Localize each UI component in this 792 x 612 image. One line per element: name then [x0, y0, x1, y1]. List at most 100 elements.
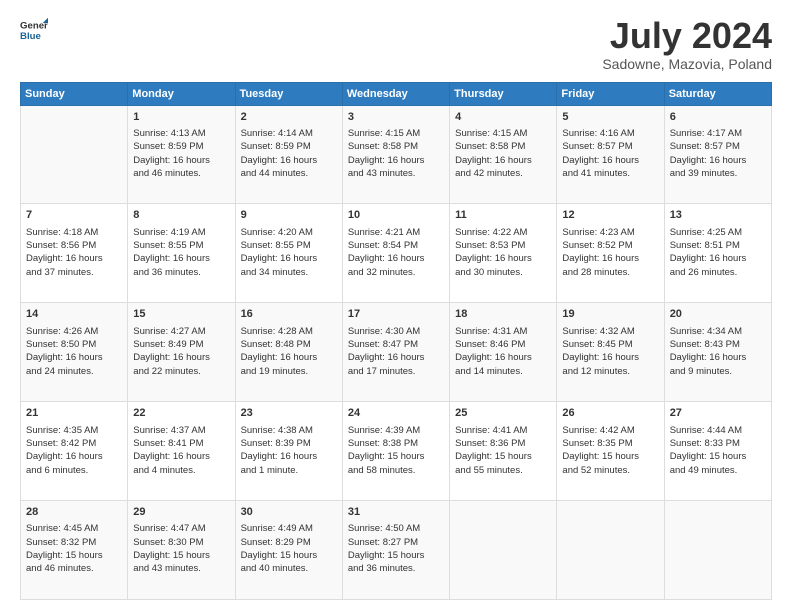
day-info-line: Daylight: 16 hours [562, 154, 658, 167]
page: General Blue July 2024 Sadowne, Mazovia,… [0, 0, 792, 612]
day-info-line: and 14 minutes. [455, 365, 551, 378]
calendar-cell: 5Sunrise: 4:16 AMSunset: 8:57 PMDaylight… [557, 105, 664, 204]
day-info-line: Sunset: 8:52 PM [562, 239, 658, 252]
col-saturday: Saturday [664, 82, 771, 105]
header: General Blue July 2024 Sadowne, Mazovia,… [20, 16, 772, 72]
day-number: 28 [26, 505, 122, 520]
calendar-cell [557, 501, 664, 600]
day-info-line: and 19 minutes. [241, 365, 337, 378]
day-number: 11 [455, 208, 551, 223]
day-info-line: and 43 minutes. [133, 562, 229, 575]
day-info-line: Daylight: 16 hours [348, 154, 444, 167]
day-info-line: Sunrise: 4:16 AM [562, 127, 658, 140]
day-info-line: Sunset: 8:55 PM [241, 239, 337, 252]
day-number: 21 [26, 406, 122, 421]
day-info-line: Daylight: 16 hours [455, 252, 551, 265]
day-info-line: Sunset: 8:27 PM [348, 536, 444, 549]
week-row-2: 14Sunrise: 4:26 AMSunset: 8:50 PMDayligh… [21, 303, 772, 402]
day-info-line: Daylight: 15 hours [133, 549, 229, 562]
day-info-line: Sunset: 8:58 PM [455, 140, 551, 153]
day-info-line: Sunset: 8:38 PM [348, 437, 444, 450]
day-info-line: Sunrise: 4:41 AM [455, 424, 551, 437]
day-info-line: Sunset: 8:53 PM [455, 239, 551, 252]
calendar-cell: 27Sunrise: 4:44 AMSunset: 8:33 PMDayligh… [664, 402, 771, 501]
day-number: 3 [348, 110, 444, 125]
day-info-line: Sunrise: 4:45 AM [26, 522, 122, 535]
month-title: July 2024 [602, 16, 772, 56]
day-info-line: Daylight: 16 hours [562, 351, 658, 364]
calendar-cell: 16Sunrise: 4:28 AMSunset: 8:48 PMDayligh… [235, 303, 342, 402]
day-number: 15 [133, 307, 229, 322]
col-tuesday: Tuesday [235, 82, 342, 105]
calendar-cell: 31Sunrise: 4:50 AMSunset: 8:27 PMDayligh… [342, 501, 449, 600]
day-info-line: Daylight: 16 hours [455, 154, 551, 167]
day-number: 8 [133, 208, 229, 223]
calendar-cell: 9Sunrise: 4:20 AMSunset: 8:55 PMDaylight… [235, 204, 342, 303]
day-info-line: and 42 minutes. [455, 167, 551, 180]
day-info-line: Daylight: 15 hours [670, 450, 766, 463]
svg-text:General: General [20, 20, 48, 31]
calendar-cell: 12Sunrise: 4:23 AMSunset: 8:52 PMDayligh… [557, 204, 664, 303]
day-info-line: Sunset: 8:41 PM [133, 437, 229, 450]
calendar-cell: 23Sunrise: 4:38 AMSunset: 8:39 PMDayligh… [235, 402, 342, 501]
day-info-line: Sunset: 8:57 PM [562, 140, 658, 153]
day-info-line: Sunset: 8:35 PM [562, 437, 658, 450]
day-info-line: Sunrise: 4:35 AM [26, 424, 122, 437]
day-number: 1 [133, 110, 229, 125]
day-info-line: Sunset: 8:32 PM [26, 536, 122, 549]
calendar-cell: 14Sunrise: 4:26 AMSunset: 8:50 PMDayligh… [21, 303, 128, 402]
day-info-line: and 4 minutes. [133, 464, 229, 477]
day-info-line: Daylight: 16 hours [26, 252, 122, 265]
day-number: 30 [241, 505, 337, 520]
day-info-line: Sunrise: 4:50 AM [348, 522, 444, 535]
header-row: Sunday Monday Tuesday Wednesday Thursday… [21, 82, 772, 105]
calendar-cell: 15Sunrise: 4:27 AMSunset: 8:49 PMDayligh… [128, 303, 235, 402]
day-number: 17 [348, 307, 444, 322]
day-info-line: Daylight: 15 hours [348, 549, 444, 562]
day-info-line: Sunset: 8:30 PM [133, 536, 229, 549]
day-info-line: and 12 minutes. [562, 365, 658, 378]
calendar-cell [664, 501, 771, 600]
day-info-line: Sunrise: 4:19 AM [133, 226, 229, 239]
col-thursday: Thursday [450, 82, 557, 105]
day-info-line: Daylight: 16 hours [133, 351, 229, 364]
day-info-line: and 41 minutes. [562, 167, 658, 180]
day-info-line: Sunset: 8:49 PM [133, 338, 229, 351]
day-info-line: Daylight: 16 hours [562, 252, 658, 265]
day-info-line: and 55 minutes. [455, 464, 551, 477]
day-info-line: Sunrise: 4:49 AM [241, 522, 337, 535]
day-info-line: Daylight: 16 hours [348, 351, 444, 364]
day-info-line: Sunrise: 4:15 AM [348, 127, 444, 140]
calendar-cell: 13Sunrise: 4:25 AMSunset: 8:51 PMDayligh… [664, 204, 771, 303]
day-info-line: and 32 minutes. [348, 266, 444, 279]
calendar-cell: 26Sunrise: 4:42 AMSunset: 8:35 PMDayligh… [557, 402, 664, 501]
day-info-line: Daylight: 16 hours [455, 351, 551, 364]
calendar-cell: 2Sunrise: 4:14 AMSunset: 8:59 PMDaylight… [235, 105, 342, 204]
day-info-line: Sunrise: 4:25 AM [670, 226, 766, 239]
day-number: 19 [562, 307, 658, 322]
day-info-line: and 58 minutes. [348, 464, 444, 477]
day-info-line: Daylight: 16 hours [26, 450, 122, 463]
calendar-cell: 3Sunrise: 4:15 AMSunset: 8:58 PMDaylight… [342, 105, 449, 204]
week-row-1: 7Sunrise: 4:18 AMSunset: 8:56 PMDaylight… [21, 204, 772, 303]
day-number: 14 [26, 307, 122, 322]
day-number: 27 [670, 406, 766, 421]
day-info-line: Daylight: 16 hours [348, 252, 444, 265]
calendar-cell: 11Sunrise: 4:22 AMSunset: 8:53 PMDayligh… [450, 204, 557, 303]
calendar-cell: 6Sunrise: 4:17 AMSunset: 8:57 PMDaylight… [664, 105, 771, 204]
day-number: 7 [26, 208, 122, 223]
day-info-line: Sunset: 8:55 PM [133, 239, 229, 252]
col-wednesday: Wednesday [342, 82, 449, 105]
day-info-line: Sunset: 8:59 PM [133, 140, 229, 153]
day-info-line: and 34 minutes. [241, 266, 337, 279]
day-info-line: and 36 minutes. [348, 562, 444, 575]
day-info-line: Sunrise: 4:17 AM [670, 127, 766, 140]
day-info-line: and 43 minutes. [348, 167, 444, 180]
title-area: July 2024 Sadowne, Mazovia, Poland [602, 16, 772, 72]
day-info-line: Daylight: 16 hours [26, 351, 122, 364]
day-info-line: Sunrise: 4:34 AM [670, 325, 766, 338]
day-info-line: Daylight: 16 hours [133, 252, 229, 265]
day-info-line: Sunrise: 4:21 AM [348, 226, 444, 239]
day-number: 9 [241, 208, 337, 223]
day-info-line: and 36 minutes. [133, 266, 229, 279]
